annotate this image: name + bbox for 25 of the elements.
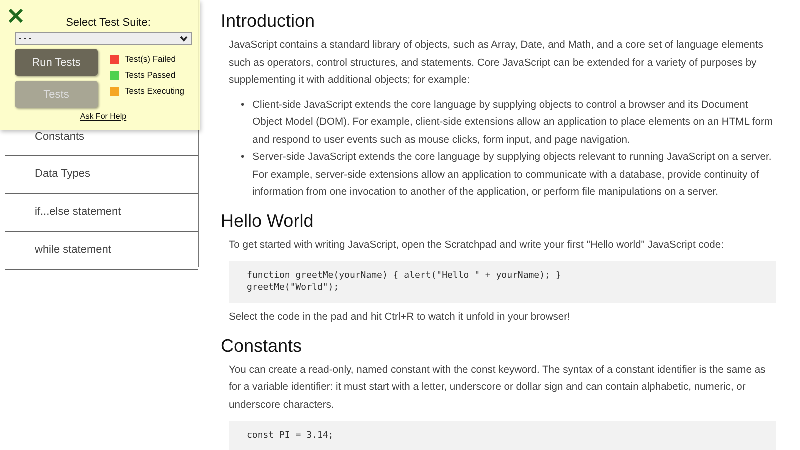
paragraph: Select the code in the pad and hit Ctrl+R to watch it unfold in your browser! bbox=[229, 311, 572, 325]
code-block: function greetMe(yourName) { alert("Hello " + yourName); } greetMe("World"); bbox=[229, 261, 776, 303]
legend-label: Tests Passed bbox=[125, 70, 176, 80]
paragraph: JavaScript contains a standard library of objects, such as Array, Date, and Math, and a core set of language elements such as operators, control structures, and statements. Core JavaScript can be extended for a variety of purposes by supplementing it with additional objects; for example: bbox=[229, 39, 764, 88]
list-item: Server-side JavaScript extends the core language by supplying objects relevant to running JavaScript on a server. For example, server-side extensions allow an application to communicate with a database, provide continuity of information from one invocation to another of the application, or perform file manipulations on a server. bbox=[252, 151, 773, 200]
bullet: • bbox=[241, 151, 245, 165]
nav-link[interactable]: Data Types bbox=[5, 156, 198, 194]
suite-dropdown[interactable]: - - - bbox=[15, 32, 192, 45]
bullet: • bbox=[241, 98, 245, 112]
suite-label: Select Test Suite: bbox=[65, 17, 152, 29]
code-block: const PI = 3.14; bbox=[229, 421, 776, 450]
close-icon[interactable] bbox=[9, 9, 23, 23]
nav-link[interactable]: while statement bbox=[5, 232, 198, 270]
test-button[interactable]: Run Tests bbox=[15, 49, 98, 76]
chevron-down-icon bbox=[180, 36, 188, 42]
help-link[interactable]: Ask For Help bbox=[80, 112, 127, 121]
paragraph: To get started with writing JavaScript, open the Scratchpad and write your first "Hello world" JavaScript code: bbox=[229, 238, 725, 252]
section-heading: Hello World bbox=[221, 210, 315, 232]
legend-label: Test(s) Failed bbox=[125, 54, 176, 64]
section-heading: Constants bbox=[221, 334, 304, 356]
list-item: Client-side JavaScript extends the core language by supplying objects to control a browser and its Document Object Model (DOM). For example, client-side extensions allow an application to place elements on an HTML form and respond to user events such as mouse clicks, form input, and page navigation. bbox=[252, 98, 774, 148]
section-heading: Introduction bbox=[221, 10, 316, 32]
legend-label: Tests Executing bbox=[125, 86, 185, 96]
paragraph: You can create a read-only, named constant with the const keyword. The syntax of a constant identifier is the same as for a variable identifier: it must start with a letter, underscore or dollar sign and can contain alphabetic, numeric, or underscore characters. bbox=[229, 364, 767, 412]
nav-link[interactable]: if...else statement bbox=[5, 194, 198, 232]
